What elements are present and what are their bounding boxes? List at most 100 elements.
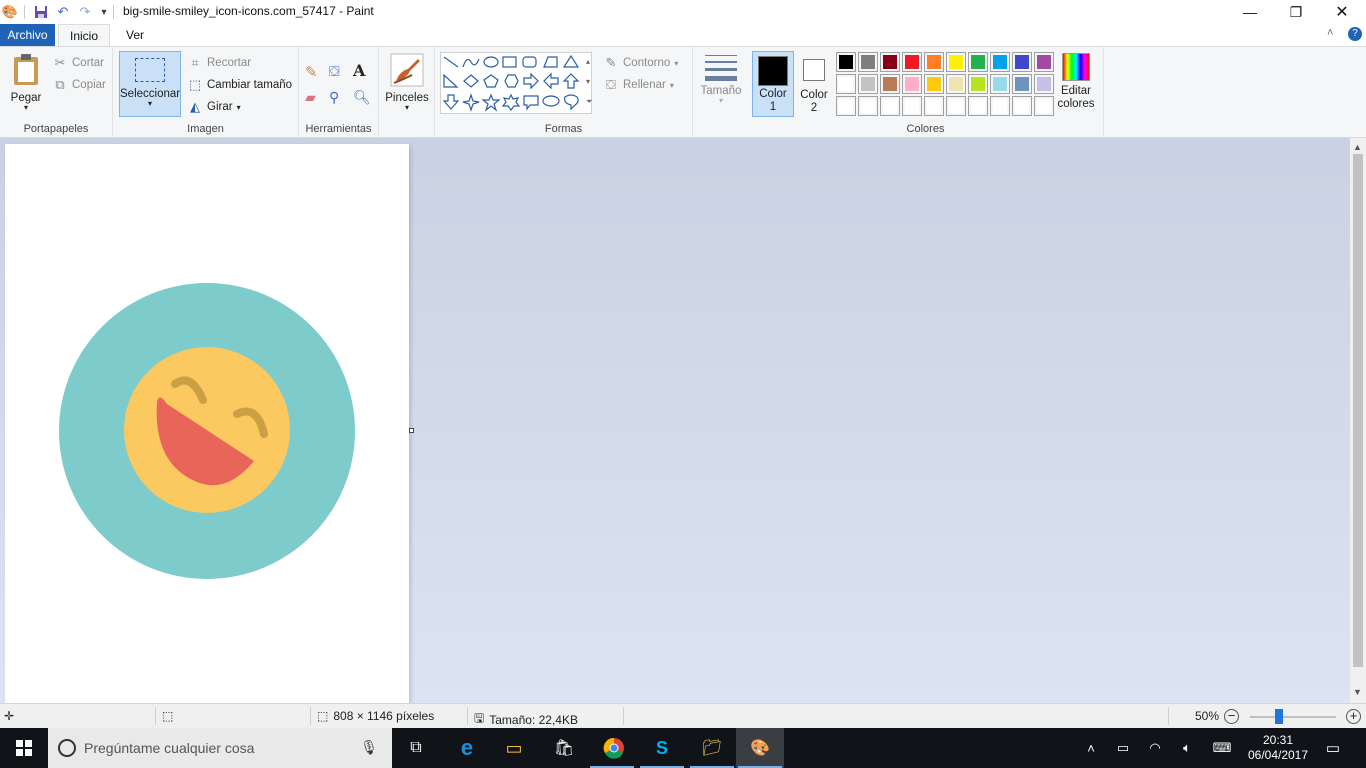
rotate-button[interactable]: ◭ Girar ▾ [187, 99, 241, 115]
palette-color-swatch[interactable] [880, 74, 900, 94]
scroll-down-arrow-icon[interactable]: ▼ [1353, 687, 1362, 697]
chevron-down-icon: ▾ [404, 103, 409, 112]
palette-color-swatch[interactable] [968, 52, 988, 72]
zoom-slider-thumb[interactable] [1274, 709, 1283, 724]
palette-color-swatch[interactable] [1012, 74, 1032, 94]
undo-icon[interactable]: ↶ [55, 4, 71, 20]
chrome-icon[interactable] [590, 728, 638, 768]
zoom-slider-track[interactable] [1250, 716, 1336, 718]
select-button[interactable]: Seleccionar ▾ [119, 51, 181, 117]
color2-button[interactable]: Color 2 [796, 51, 832, 117]
palette-color-swatch[interactable] [902, 74, 922, 94]
show-hidden-icons-icon[interactable]: ˄ [1080, 728, 1102, 768]
resize-button[interactable]: ⬚ Cambiar tamaño [187, 77, 292, 93]
battery-icon[interactable]: ▭ [1112, 728, 1134, 768]
canvas-workspace[interactable] [0, 138, 1350, 704]
skype-icon[interactable]: S [638, 728, 686, 768]
palette-color-swatch[interactable] [1034, 96, 1054, 116]
palette-color-swatch[interactable] [836, 96, 856, 116]
palette-color-swatch[interactable] [1034, 74, 1054, 94]
volume-icon[interactable]: 🔈︎ [1176, 728, 1198, 768]
minimize-icon[interactable]: — [1227, 0, 1273, 24]
paste-button[interactable]: Pegar ▾ [6, 53, 46, 112]
file-explorer-icon[interactable]: ▭ [490, 728, 538, 768]
palette-color-swatch[interactable] [924, 74, 944, 94]
palette-color-swatch[interactable] [880, 52, 900, 72]
palette-color-swatch[interactable] [902, 96, 922, 116]
scroll-up-arrow-icon[interactable]: ▲ [1353, 142, 1362, 152]
palette-color-fill [1015, 77, 1029, 91]
fill-bucket-icon[interactable]: ⛋ [329, 63, 340, 80]
eraser-icon[interactable]: ▰ [305, 89, 316, 106]
palette-color-swatch[interactable] [880, 96, 900, 116]
paint-taskbar-icon[interactable]: 🎨 [736, 728, 784, 768]
palette-color-swatch[interactable] [990, 96, 1010, 116]
edit-colors-button[interactable]: Editar colores [1056, 53, 1096, 110]
palette-color-swatch[interactable] [858, 96, 878, 116]
paint-app-icon[interactable]: 🎨 [2, 4, 18, 20]
scroll-up-icon[interactable]: ▴ [586, 57, 590, 66]
rainbow-icon [1062, 53, 1090, 81]
canvas-resize-handle[interactable] [409, 428, 414, 433]
magnifier-icon[interactable]: 🔍︎ [353, 89, 371, 106]
store-icon[interactable]: 🛍︎ [540, 728, 588, 768]
brushes-button[interactable]: Pinceles ▾ [383, 53, 431, 112]
palette-color-swatch[interactable] [1034, 52, 1054, 72]
restore-icon[interactable]: ❐ [1273, 0, 1319, 24]
palette-color-swatch[interactable] [990, 52, 1010, 72]
color1-button[interactable]: Color 1 [752, 51, 794, 117]
scrollbar-thumb[interactable] [1353, 154, 1363, 667]
palette-color-swatch[interactable] [1012, 52, 1032, 72]
palette-color-swatch[interactable] [924, 52, 944, 72]
close-icon[interactable]: ✕ [1319, 0, 1365, 24]
expand-gallery-icon[interactable]: ⏷ [586, 97, 592, 107]
palette-color-swatch[interactable] [946, 96, 966, 116]
cut-button[interactable]: ✂ Cortar [52, 55, 104, 71]
edge-browser-icon[interactable]: e [443, 728, 491, 768]
redo-icon[interactable]: ↷ [77, 4, 93, 20]
text-tool-icon[interactable]: A [353, 61, 365, 80]
help-icon[interactable]: ? [1348, 27, 1362, 41]
palette-color-swatch[interactable] [924, 96, 944, 116]
palette-color-swatch[interactable] [836, 52, 856, 72]
action-center-icon[interactable]: ▭ [1320, 728, 1346, 768]
palette-color-swatch[interactable] [902, 52, 922, 72]
palette-color-swatch[interactable] [968, 74, 988, 94]
vertical-scrollbar[interactable]: ▲ ▼ [1350, 138, 1366, 703]
rotate-label: Girar [207, 101, 233, 113]
tab-home[interactable]: Inicio [58, 24, 110, 47]
windows-start-icon[interactable] [0, 728, 48, 768]
palette-color-swatch[interactable] [858, 52, 878, 72]
outline-button[interactable]: ✎ Contorno ▾ [603, 55, 679, 71]
collapse-ribbon-icon[interactable]: ˄ [1327, 27, 1333, 39]
clock[interactable]: 20:31 06/04/2017 [1240, 728, 1316, 768]
palette-color-swatch[interactable] [946, 74, 966, 94]
size-button[interactable]: Tamaño ▾ [699, 53, 743, 105]
microphone-icon[interactable]: 🎙︎ [360, 739, 378, 756]
zoom-out-icon[interactable]: − [1224, 709, 1239, 724]
drawing-canvas[interactable] [5, 144, 409, 704]
palette-color-swatch[interactable] [836, 74, 856, 94]
palette-color-swatch[interactable] [990, 74, 1010, 94]
copy-button[interactable]: ⧉ Copiar [52, 77, 106, 93]
save-icon[interactable] [33, 4, 49, 20]
color-picker-icon[interactable]: ⚲ [329, 89, 339, 106]
cortana-search-box[interactable]: Pregúntame cualquier cosa 🎙︎ [48, 728, 392, 768]
tab-file[interactable]: Archivo [0, 24, 55, 46]
customize-quick-access-icon[interactable]: ▾ [96, 4, 112, 20]
tab-view[interactable]: Ver [116, 24, 154, 46]
palette-color-swatch[interactable] [858, 74, 878, 94]
shapes-gallery-icons[interactable] [441, 53, 591, 113]
wifi-icon[interactable]: ◠ [1144, 728, 1166, 768]
fill-button[interactable]: ⛋ Rellenar ▾ [603, 77, 674, 93]
palette-color-swatch[interactable] [968, 96, 988, 116]
scroll-down-icon[interactable]: ▾ [586, 77, 590, 86]
keyboard-icon[interactable]: ⌨ [1208, 728, 1236, 768]
crop-button[interactable]: ⌗ Recortar [187, 55, 251, 71]
pencil-icon[interactable]: ✎ [305, 63, 318, 81]
task-view-icon[interactable]: ⧉ [392, 728, 440, 768]
zoom-in-icon[interactable]: + [1346, 709, 1361, 724]
palette-color-swatch[interactable] [946, 52, 966, 72]
palette-color-swatch[interactable] [1012, 96, 1032, 116]
folder-icon[interactable]: 📁︎ [688, 728, 736, 768]
